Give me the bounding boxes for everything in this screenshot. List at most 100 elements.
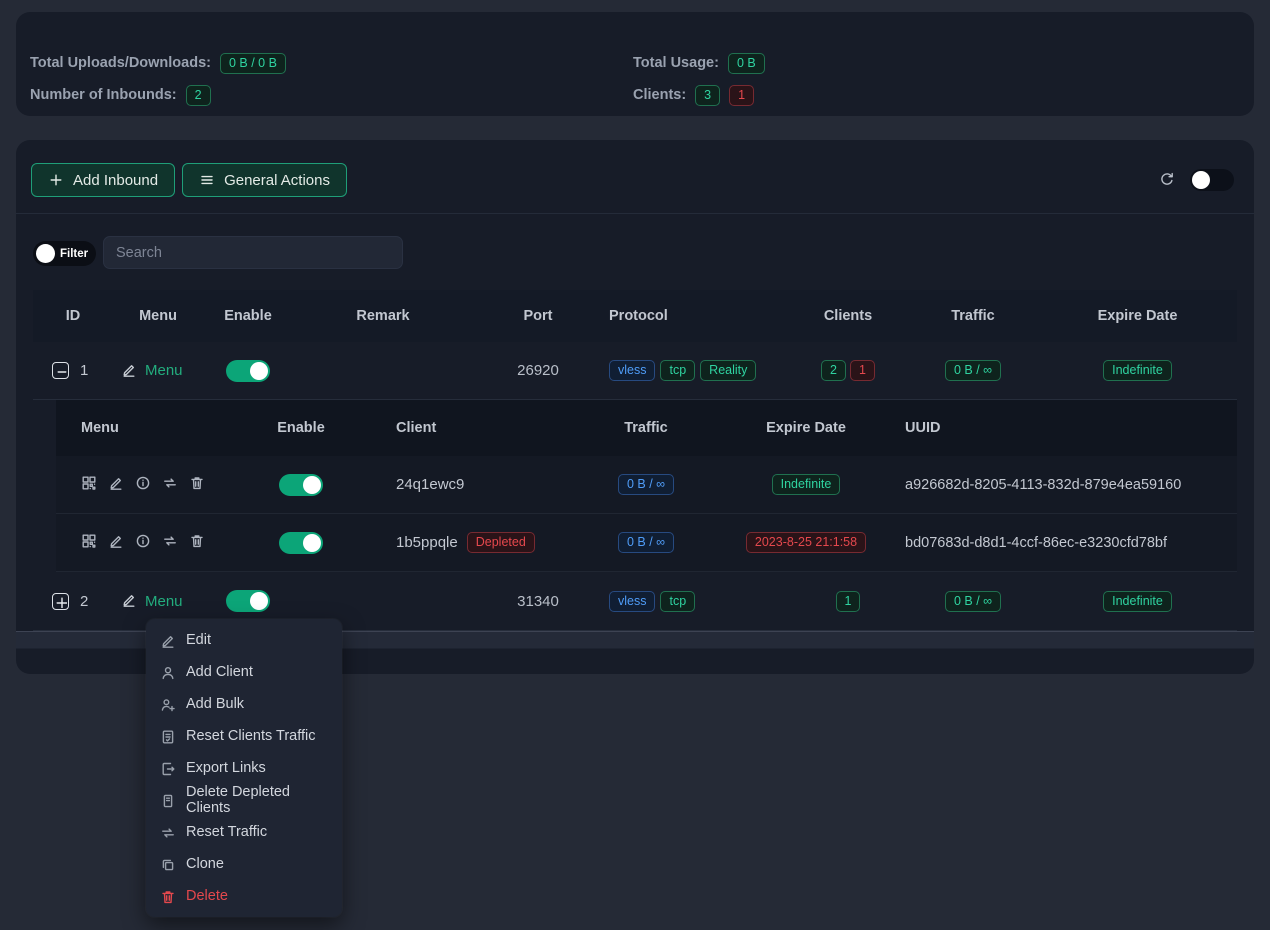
client-traffic-badge: 0 B / ∞ <box>618 474 674 495</box>
bin-lines-icon <box>160 793 175 808</box>
client-name: 1b5ppqle <box>396 534 458 551</box>
header-menu: Menu <box>113 308 203 324</box>
minus-icon <box>54 364 67 377</box>
general-actions-button[interactable]: General Actions <box>182 163 347 197</box>
uploads-downloads-value: 0 B / 0 B <box>220 53 286 74</box>
plus-icon <box>54 595 67 608</box>
menu-item-label: Delete <box>186 888 228 904</box>
header-client-enable: Enable <box>246 420 356 436</box>
menu-item-label: Add Bulk <box>186 696 244 712</box>
file-check-icon <box>160 729 175 744</box>
info-icon[interactable] <box>135 533 155 553</box>
client-name: 24q1ewc9 <box>396 476 464 493</box>
protocol-tag-vless: vless <box>609 591 655 612</box>
menu-item-add-client[interactable]: Add Client <box>146 656 342 688</box>
edit-client-icon[interactable] <box>108 533 128 553</box>
protocol-tag-reality: Reality <box>700 360 756 381</box>
header-enable: Enable <box>203 308 293 324</box>
toolbar-divider <box>16 213 1254 214</box>
toolbar: Add Inbound General Actions <box>31 163 347 197</box>
plus-icon <box>48 172 64 188</box>
menu-item-label: Clone <box>186 856 224 872</box>
expand-row-button[interactable] <box>52 593 69 610</box>
header-remark: Remark <box>293 308 473 324</box>
inbound-context-menu: Edit Add Client Add Bulk Reset Clients T… <box>146 619 342 917</box>
client-expire-badge: 2023-8-25 21:1:58 <box>746 532 866 553</box>
clients-active-badge: 2 <box>821 360 846 381</box>
top-controls <box>1159 169 1234 191</box>
menu-item-delete-depleted-clients[interactable]: Delete Depleted Clients <box>146 784 342 816</box>
sync-icon <box>160 825 175 840</box>
clients-table-header: Menu Enable Client Traffic Expire Date U… <box>56 400 1237 456</box>
client-enable-toggle[interactable] <box>279 532 323 554</box>
inbound-enable-toggle[interactable] <box>226 360 270 382</box>
header-clients: Clients <box>788 308 908 324</box>
header-client-expire: Expire Date <box>721 420 891 436</box>
info-icon[interactable] <box>135 475 155 495</box>
client-traffic-badge: 0 B / ∞ <box>618 532 674 553</box>
expire-badge: Indefinite <box>1103 360 1172 381</box>
search-input[interactable] <box>103 236 403 269</box>
menu-item-reset-clients-traffic[interactable]: Reset Clients Traffic <box>146 720 342 752</box>
menu-item-clone[interactable]: Clone <box>146 848 342 880</box>
collapse-row-button[interactable] <box>52 362 69 379</box>
add-inbound-button[interactable]: Add Inbound <box>31 163 175 197</box>
menu-item-export-links[interactable]: Export Links <box>146 752 342 784</box>
protocol-tag-tcp: tcp <box>660 360 695 381</box>
inbound-port: 31340 <box>473 593 603 610</box>
inbound-enable-toggle[interactable] <box>226 590 270 612</box>
menu-item-label: Edit <box>186 632 211 648</box>
menu-item-add-bulk[interactable]: Add Bulk <box>146 688 342 720</box>
header-expire-date: Expire Date <box>1038 308 1237 324</box>
qrcode-icon[interactable] <box>81 533 101 553</box>
total-usage-value: 0 B <box>728 53 765 74</box>
edit-pencil-icon <box>121 592 139 610</box>
header-port: Port <box>473 308 603 324</box>
header-protocol: Protocol <box>603 308 788 324</box>
client-uuid: bd07683d-d8d1-4ccf-86ec-e3230cfd78bf <box>891 535 1237 551</box>
clone-icon <box>160 857 175 872</box>
toggle-knob <box>250 362 268 380</box>
stats-card: Total Uploads/Downloads: 0 B / 0 B Numbe… <box>16 12 1254 116</box>
toggle-knob <box>250 592 268 610</box>
menu-item-delete[interactable]: Delete <box>146 880 342 912</box>
inbounds-count-label: Number of Inbounds: <box>30 87 177 103</box>
filter-toggle-knob <box>36 244 55 263</box>
inbound-menu-button[interactable]: Menu <box>113 592 203 610</box>
inbound-menu-label: Menu <box>145 593 183 610</box>
toggle-knob <box>303 534 321 552</box>
inbound-row-1: 1 Menu 26920 vless tcp Reality 2 1 0 B /… <box>33 342 1237 400</box>
edit-icon <box>160 633 175 648</box>
qrcode-icon[interactable] <box>81 475 101 495</box>
reset-traffic-icon[interactable] <box>162 475 182 495</box>
traffic-badge: 0 B / ∞ <box>945 360 1001 381</box>
inbound-menu-button[interactable]: Menu <box>113 362 203 380</box>
client-enable-toggle[interactable] <box>279 474 323 496</box>
menu-item-label: Reset Traffic <box>186 824 267 840</box>
menu-item-reset-traffic[interactable]: Reset Traffic <box>146 816 342 848</box>
clients-label: Clients: <box>633 87 686 103</box>
inbounds-panel: Add Inbound General Actions Filter ID Me… <box>16 140 1254 674</box>
delete-client-icon[interactable] <box>189 475 209 495</box>
auto-refresh-toggle[interactable] <box>1190 169 1234 191</box>
inbound-id: 1 <box>80 362 88 379</box>
expire-badge: Indefinite <box>1103 591 1172 612</box>
header-client-menu: Menu <box>56 420 246 436</box>
client-row-1: 24q1ewc9 0 B / ∞ Indefinite a926682d-820… <box>56 456 1237 514</box>
delete-client-icon[interactable] <box>189 533 209 553</box>
header-traffic: Traffic <box>908 308 1038 324</box>
uploads-downloads-label: Total Uploads/Downloads: <box>30 55 211 71</box>
total-usage-label: Total Usage: <box>633 55 719 71</box>
depleted-badge: Depleted <box>467 532 535 553</box>
stat-total-usage: Total Usage: 0 B <box>633 51 765 75</box>
reset-traffic-icon[interactable] <box>162 533 182 553</box>
menu-item-edit[interactable]: Edit <box>146 624 342 656</box>
inbounds-table: ID Menu Enable Remark Port Protocol Clie… <box>33 290 1237 631</box>
trash-icon <box>160 889 175 904</box>
inbounds-count-value: 2 <box>186 85 211 106</box>
filter-toggle[interactable]: Filter <box>33 241 96 266</box>
client-uuid: a926682d-8205-4113-832d-879e4ea59160 <box>891 477 1237 493</box>
protocol-tag-tcp: tcp <box>660 591 695 612</box>
edit-client-icon[interactable] <box>108 475 128 495</box>
refresh-icon[interactable] <box>1159 171 1177 189</box>
